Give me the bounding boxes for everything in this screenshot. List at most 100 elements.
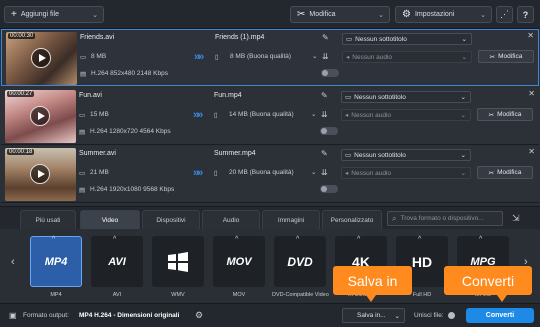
help-button[interactable]: ? bbox=[517, 6, 534, 23]
play-icon[interactable] bbox=[30, 106, 50, 126]
mov-logo: MOV bbox=[213, 236, 265, 287]
chevron-down-icon: ⌄ bbox=[460, 152, 466, 159]
subtitle-select[interactable]: ▭ Nessun sottotitolo ⌄ bbox=[341, 91, 471, 103]
source-filename: Friends.avi bbox=[80, 34, 115, 41]
compress-icon[interactable]: ⇊ bbox=[322, 52, 329, 61]
chevron-down-icon[interactable]: ⌄ bbox=[311, 110, 316, 118]
preset-dvd[interactable]: ^ DVD DVD-Compatible Video bbox=[272, 232, 329, 298]
file-row[interactable]: 00:00:18 Summer.avi ▭ 21 MB ▤ H.264 1920… bbox=[1, 146, 539, 203]
save-in-callout: Salva in bbox=[333, 266, 412, 295]
file-row[interactable]: 00:00:27 Fun.avi ▭ 15 MB ▤ H.264 1280x72… bbox=[1, 88, 539, 145]
subtitle-label: Nessun sottotitolo bbox=[355, 35, 407, 43]
chevron-down-icon[interactable]: ⌄ bbox=[312, 52, 317, 60]
audio-select[interactable]: ◂ Nessun audio ⌄ bbox=[341, 167, 471, 179]
edit-filename-icon[interactable]: ✎ bbox=[321, 149, 328, 158]
subtitle-select[interactable]: ▭ Nessun sottotitolo ⌄ bbox=[341, 149, 471, 161]
audio-select[interactable]: ◂ Nessun audio ⌄ bbox=[341, 109, 471, 121]
caret-up-icon: ^ bbox=[479, 236, 483, 243]
folder-icon: ▭ bbox=[79, 112, 86, 119]
save-in-select[interactable]: Salva in... ⌄ bbox=[342, 308, 405, 323]
tab-video[interactable]: Video bbox=[80, 210, 140, 229]
format-output-label: Formato output: bbox=[23, 312, 69, 319]
windows-logo-icon bbox=[152, 236, 204, 287]
preset-avi[interactable]: ^ AVI AVI bbox=[89, 232, 145, 298]
import-preset-icon[interactable]: ⇲ bbox=[512, 213, 520, 224]
callout-label: Salva in bbox=[347, 272, 398, 289]
compress-toggle[interactable] bbox=[320, 185, 338, 193]
play-icon[interactable] bbox=[31, 48, 51, 68]
preset-label: MP4 bbox=[50, 292, 62, 298]
plus-icon: + bbox=[11, 9, 17, 20]
audio-select[interactable]: ◂ Nessun audio ⌄ bbox=[342, 51, 472, 63]
close-icon[interactable]: ✕ bbox=[528, 89, 535, 98]
settings-menu-button[interactable]: ⚙ Impostazioni ⌄ bbox=[395, 6, 492, 23]
play-icon[interactable] bbox=[30, 164, 50, 184]
gear-icon[interactable]: ⚙ bbox=[195, 310, 203, 321]
wrench-icon: ✂ bbox=[489, 53, 496, 61]
convert-label: Converti bbox=[485, 312, 515, 319]
modify-file-button[interactable]: ✂ Modifica bbox=[478, 50, 534, 63]
close-icon[interactable]: ✕ bbox=[527, 31, 534, 40]
video-thumbnail[interactable]: 00:00:30 bbox=[6, 32, 77, 85]
bottom-bar: ▣ Formato output: MP4 H.264 - Dimensioni… bbox=[0, 303, 540, 327]
duration-label: 00:00:27 bbox=[7, 91, 35, 97]
chevron-down-icon: ⌄ bbox=[394, 312, 400, 320]
format-search-input[interactable]: ⌕ Trova formato o dispositivo... bbox=[387, 211, 503, 226]
modify-file-button[interactable]: ✂ Modifica bbox=[477, 166, 533, 179]
compress-icon[interactable]: ⇊ bbox=[321, 168, 328, 177]
edit-filename-icon[interactable]: ✎ bbox=[322, 33, 329, 42]
share-button[interactable]: ⋰ bbox=[496, 6, 513, 23]
modify-file-button[interactable]: ✂ Modifica bbox=[477, 108, 533, 121]
folder-icon: ▭ bbox=[79, 170, 86, 177]
preset-mov[interactable]: ^ MOV MOV bbox=[211, 232, 267, 298]
callout-pointer bbox=[497, 295, 507, 302]
subtitle-select[interactable]: ▭ Nessun sottotitolo ⌄ bbox=[342, 33, 472, 45]
file-row[interactable]: 00:00:30 Friends.avi ▭ 8 MB ▤ H.264 852x… bbox=[1, 29, 539, 86]
preset-label: DVD-Compatible Video bbox=[272, 292, 329, 298]
source-filename: Fun.avi bbox=[79, 92, 102, 99]
settings-label: Impostazioni bbox=[414, 11, 455, 18]
add-files-button[interactable]: + Aggiungi file ⌄ bbox=[4, 6, 104, 23]
add-files-label: Aggiungi file bbox=[20, 11, 59, 18]
tab-label: Più usati bbox=[35, 216, 61, 224]
output-filename: Friends (1).mp4 bbox=[215, 34, 265, 41]
convert-callout: Converti bbox=[444, 266, 532, 295]
tab-devices[interactable]: Dispositivi bbox=[142, 210, 200, 229]
audio-label: Nessun audio bbox=[351, 169, 392, 177]
scroll-left-icon[interactable]: ‹ bbox=[11, 256, 15, 268]
source-size: 8 MB bbox=[91, 53, 107, 60]
search-icon: ⌕ bbox=[392, 213, 397, 223]
edit-filename-icon[interactable]: ✎ bbox=[321, 91, 328, 100]
output-format-icon: ▣ bbox=[9, 311, 17, 320]
tab-custom[interactable]: Personalizzato bbox=[322, 210, 382, 229]
preset-mp4[interactable]: ^ MP4 MP4 bbox=[28, 232, 84, 298]
duration-label: 00:00:30 bbox=[8, 33, 36, 39]
wrench-icon: ✂ bbox=[488, 169, 495, 177]
video-thumbnail[interactable]: 00:00:27 bbox=[5, 90, 76, 143]
source-codec-info: H.264 1920x1080 9568 Kbps bbox=[90, 186, 175, 193]
preset-label: AVI bbox=[112, 292, 122, 298]
tab-most-used[interactable]: Più usati bbox=[20, 210, 76, 229]
convert-arrows-icon: »» bbox=[193, 167, 203, 179]
close-icon[interactable]: ✕ bbox=[528, 147, 535, 156]
merge-toggle[interactable] bbox=[448, 312, 455, 319]
tab-images[interactable]: Immagini bbox=[262, 210, 320, 229]
chevron-down-icon[interactable]: ⌄ bbox=[311, 168, 316, 176]
preset-wmv[interactable]: WMV bbox=[150, 232, 206, 298]
convert-button[interactable]: Converti bbox=[466, 308, 534, 323]
modify-label: Modifica bbox=[497, 169, 522, 176]
output-filename: Summer.mp4 bbox=[214, 150, 256, 157]
compress-toggle[interactable] bbox=[321, 69, 339, 77]
save-in-label: Salva in... bbox=[357, 312, 386, 319]
tab-label: Video bbox=[101, 216, 119, 224]
caret-up-icon: ^ bbox=[357, 236, 361, 243]
compress-toggle[interactable] bbox=[320, 127, 338, 135]
callout-pointer bbox=[366, 295, 376, 302]
tab-audio[interactable]: Audio bbox=[202, 210, 260, 229]
format-output-value[interactable]: MP4 H.264 - Dimensioni originali bbox=[79, 312, 179, 319]
output-filename: Fun.mp4 bbox=[214, 92, 242, 99]
modify-menu-button[interactable]: ✂ Modifica ⌄ bbox=[290, 6, 390, 23]
video-thumbnail[interactable]: 00:00:18 bbox=[5, 148, 76, 201]
compress-icon[interactable]: ⇊ bbox=[321, 110, 328, 119]
folder-icon: ▭ bbox=[80, 54, 87, 61]
